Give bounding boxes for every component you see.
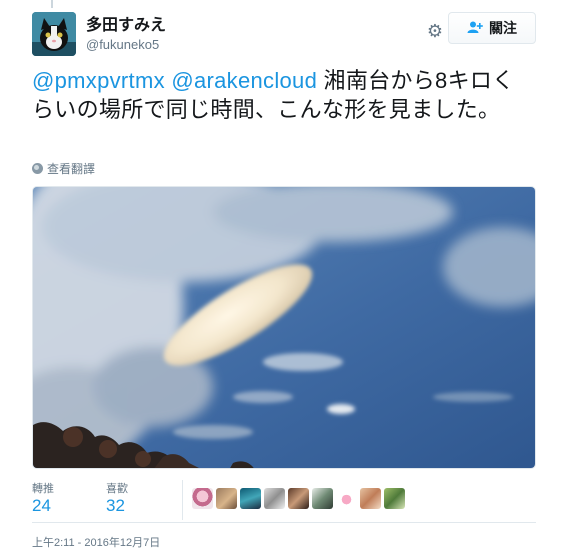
mention-link[interactable]: @pmxpvrtmx bbox=[32, 68, 165, 93]
add-user-icon bbox=[467, 21, 483, 36]
gear-icon[interactable]: ⚙ bbox=[424, 20, 446, 42]
likes-stat[interactable]: 喜歡 32 bbox=[106, 482, 128, 516]
liker-avatar[interactable] bbox=[240, 488, 261, 509]
retweet-stat[interactable]: 轉推 24 bbox=[32, 482, 54, 516]
user-names[interactable]: 多田すみえ @fukuneko5 bbox=[86, 16, 166, 54]
likes-count: 32 bbox=[106, 496, 125, 515]
mention-link[interactable]: @arakencloud bbox=[171, 68, 317, 93]
liker-avatar[interactable] bbox=[216, 488, 237, 509]
follow-label: 關注 bbox=[489, 20, 517, 36]
retweets-label: 轉推 bbox=[32, 483, 54, 495]
liker-avatar[interactable] bbox=[360, 488, 381, 509]
tweet-header: 多田すみえ @fukuneko5 ⚙ 關注 bbox=[32, 12, 536, 56]
liker-avatar[interactable] bbox=[336, 488, 357, 509]
liker-avatar[interactable] bbox=[288, 488, 309, 509]
translate-link[interactable]: 查看翻譯 bbox=[32, 160, 95, 177]
liker-avatar[interactable] bbox=[384, 488, 405, 509]
liker-avatars bbox=[192, 488, 405, 509]
screen-name[interactable]: @fukuneko5 bbox=[86, 36, 166, 54]
avatar[interactable] bbox=[32, 12, 76, 56]
tweet-text: @pmxpvrtmx @arakencloud 湘南台から8キロくらいの場所で同… bbox=[32, 66, 532, 124]
display-name[interactable]: 多田すみえ bbox=[86, 16, 166, 36]
follow-button[interactable]: 關注 bbox=[448, 12, 536, 44]
retweets-count: 24 bbox=[32, 496, 51, 515]
likes-label: 喜歡 bbox=[106, 483, 128, 495]
tweet-timestamp[interactable]: 上午2:11 - 2016年12月7日 bbox=[32, 534, 160, 550]
liker-avatar[interactable] bbox=[192, 488, 213, 509]
divider bbox=[32, 522, 536, 523]
liker-avatar[interactable] bbox=[264, 488, 285, 509]
stats-divider bbox=[182, 480, 183, 520]
tweet-photo[interactable] bbox=[32, 186, 536, 469]
translate-label: 查看翻譯 bbox=[47, 162, 96, 176]
liker-avatar[interactable] bbox=[312, 488, 333, 509]
tweet-stats: 轉推 24 喜歡 32 bbox=[32, 480, 536, 522]
thread-connector bbox=[51, 0, 53, 8]
globe-icon bbox=[32, 163, 43, 174]
